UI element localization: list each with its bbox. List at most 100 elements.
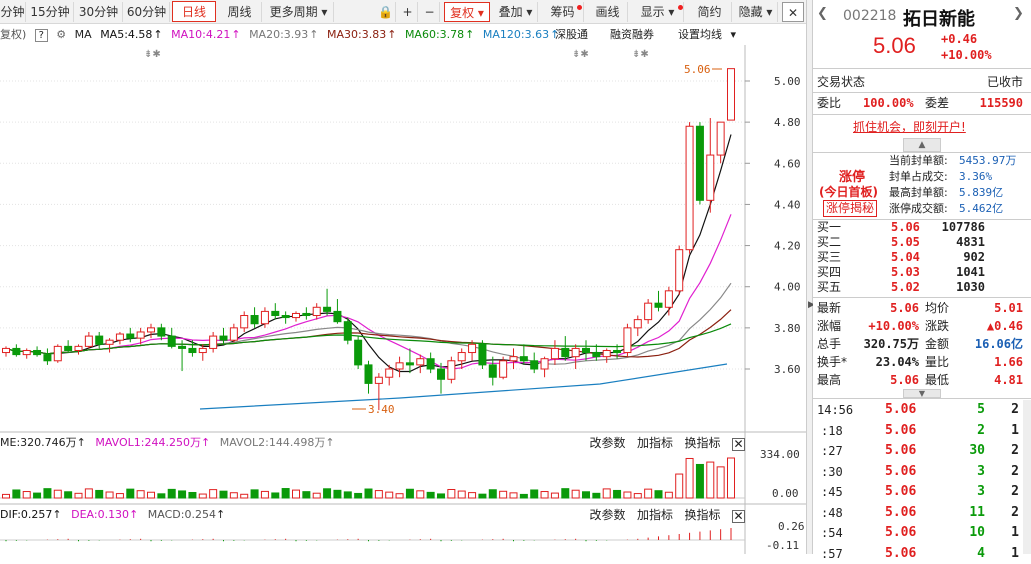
candle-body [478, 343, 487, 366]
bid-row: 买四 5.03 1041 [813, 265, 1031, 280]
price-tick: 4.40 [774, 198, 801, 211]
candle-body [447, 360, 456, 380]
candle-body [2, 347, 10, 354]
candle-body [519, 356, 528, 362]
volume-bar [509, 492, 518, 499]
vol-edit-params[interactable]: 改参数 [589, 436, 625, 450]
candle-body [260, 310, 269, 325]
tick-price: 5.06 [885, 443, 917, 458]
tick-time: 14:56 [817, 403, 854, 417]
tick-row: :54 5.06 10 1 [813, 523, 1031, 543]
stat-label: 总手 [817, 337, 842, 351]
candle-body [582, 347, 590, 354]
price-change: +0.46 [941, 32, 978, 46]
bid-volume: 1041 [956, 265, 985, 279]
vol-close-icon[interactable]: ✕ [732, 437, 745, 451]
open-account-promo[interactable]: 抓住机会，即刻开户! [853, 118, 966, 135]
bid-volume: 1030 [956, 280, 985, 294]
stat-label: 最新 [817, 301, 842, 315]
volume-bar [478, 493, 487, 499]
tick-count: 2 [1011, 443, 1019, 458]
candle-body [675, 249, 684, 292]
volume-bar [271, 492, 280, 499]
candle-body [437, 368, 445, 380]
commission-ratio: 100.00% [863, 96, 914, 110]
trade-status-label: 交易状态 [817, 75, 866, 89]
candle-body [12, 347, 21, 356]
next-stock-icon[interactable]: ❯ [1013, 6, 1024, 21]
collapse-up-icon[interactable]: ▲ [903, 138, 941, 152]
macd-bars [5, 528, 732, 542]
macd-switch-indicator[interactable]: 换指标 [684, 508, 720, 522]
stat-label: 最低 [925, 373, 950, 387]
candle-body [385, 368, 394, 378]
tick-count: 1 [1011, 525, 1019, 540]
tick-time: :45 [821, 485, 843, 499]
candle-body [727, 68, 735, 121]
bid-price: 5.06 [891, 220, 920, 234]
bid-label: 买三 [817, 250, 842, 264]
macd-value: MACD:0.254 [147, 508, 216, 521]
candle-body [240, 315, 249, 329]
dif-value: DIF:0.257 [0, 508, 53, 521]
stat-row: 涨幅 +10.00% 涨跌 ▲0.46 [813, 317, 1031, 335]
tick-time: :48 [821, 505, 843, 520]
volume-bar [157, 493, 166, 499]
limit-up-sub: (今日首板) [819, 185, 878, 199]
stat-value: 5.01 [994, 301, 1023, 315]
kline-chart[interactable]: ⇟✱ ⇟✱ ⇟✱ 5.004.804.604.404.204.003.803.60 … [0, 0, 806, 554]
volume-bar [437, 493, 445, 499]
volume-bar [468, 492, 477, 499]
candle-body [695, 125, 704, 201]
candle-body [22, 349, 31, 356]
tick-scrollbar[interactable] [1023, 400, 1031, 554]
bid-row: 买一 5.06 107786 [813, 220, 1031, 235]
volume-bar [675, 473, 684, 499]
mavol1-value: MAVOL1:244.250万 [95, 436, 201, 449]
volume-bar [281, 488, 290, 499]
bid-label: 买一 [817, 220, 842, 234]
macd-close-icon[interactable]: ✕ [732, 509, 745, 523]
tick-row: :48 5.06 11 2 [813, 503, 1031, 523]
candle-body [312, 306, 321, 317]
macd-links: 改参数 加指标 换指标 ✕ [581, 506, 745, 524]
trade-status-value: 已收市 [986, 75, 1023, 89]
limit-up-item-value: 3.36% [959, 170, 993, 183]
volume-bar [178, 490, 187, 499]
vol-switch-indicator[interactable]: 换指标 [684, 436, 720, 450]
mavol1-arrow-icon: ↑ [200, 436, 211, 449]
volume-bar [147, 491, 155, 499]
low-annotation: 3.40 [368, 403, 395, 416]
stat-value: 4.81 [994, 373, 1023, 387]
collapse-down-icon[interactable]: ▼ [903, 389, 941, 398]
volume-bar [250, 489, 259, 499]
volume-bar [374, 490, 383, 499]
stat-value: 5.06 [890, 301, 919, 315]
vol-add-indicator[interactable]: 加指标 [637, 436, 673, 450]
tick-price: 5.06 [885, 422, 917, 438]
volume-bar [385, 491, 394, 499]
limit-up-reveal-button[interactable]: 涨停揭秘 [823, 200, 878, 217]
candlesticks [2, 68, 735, 411]
candle-body [333, 310, 342, 323]
volume-bar [126, 488, 135, 499]
candle-body [364, 364, 373, 384]
candle-body [716, 121, 725, 156]
candle-body [354, 339, 363, 366]
volume-bar [312, 492, 321, 499]
macd-header: DIF:0.257↑ DEA:0.130↑ MACD:0.254↑ 改参数 加指… [0, 506, 745, 524]
stat-value: 16.06亿 [974, 337, 1023, 351]
candle-body [43, 354, 52, 362]
panel-divider[interactable]: ▶ [806, 0, 815, 554]
tick-time: :18 [821, 423, 843, 438]
volume-bar [292, 489, 300, 499]
volume-bar [84, 488, 93, 499]
macd-edit-params[interactable]: 改参数 [589, 508, 625, 522]
candle-body [654, 302, 663, 308]
limit-up-item-label: 当前封单额: [889, 154, 948, 167]
macd-add-indicator[interactable]: 加指标 [637, 508, 673, 522]
volume-bar [447, 488, 456, 499]
candle-body [64, 345, 73, 351]
prev-stock-icon[interactable]: ❮ [817, 6, 828, 21]
tick-volume: 11 [969, 504, 985, 520]
